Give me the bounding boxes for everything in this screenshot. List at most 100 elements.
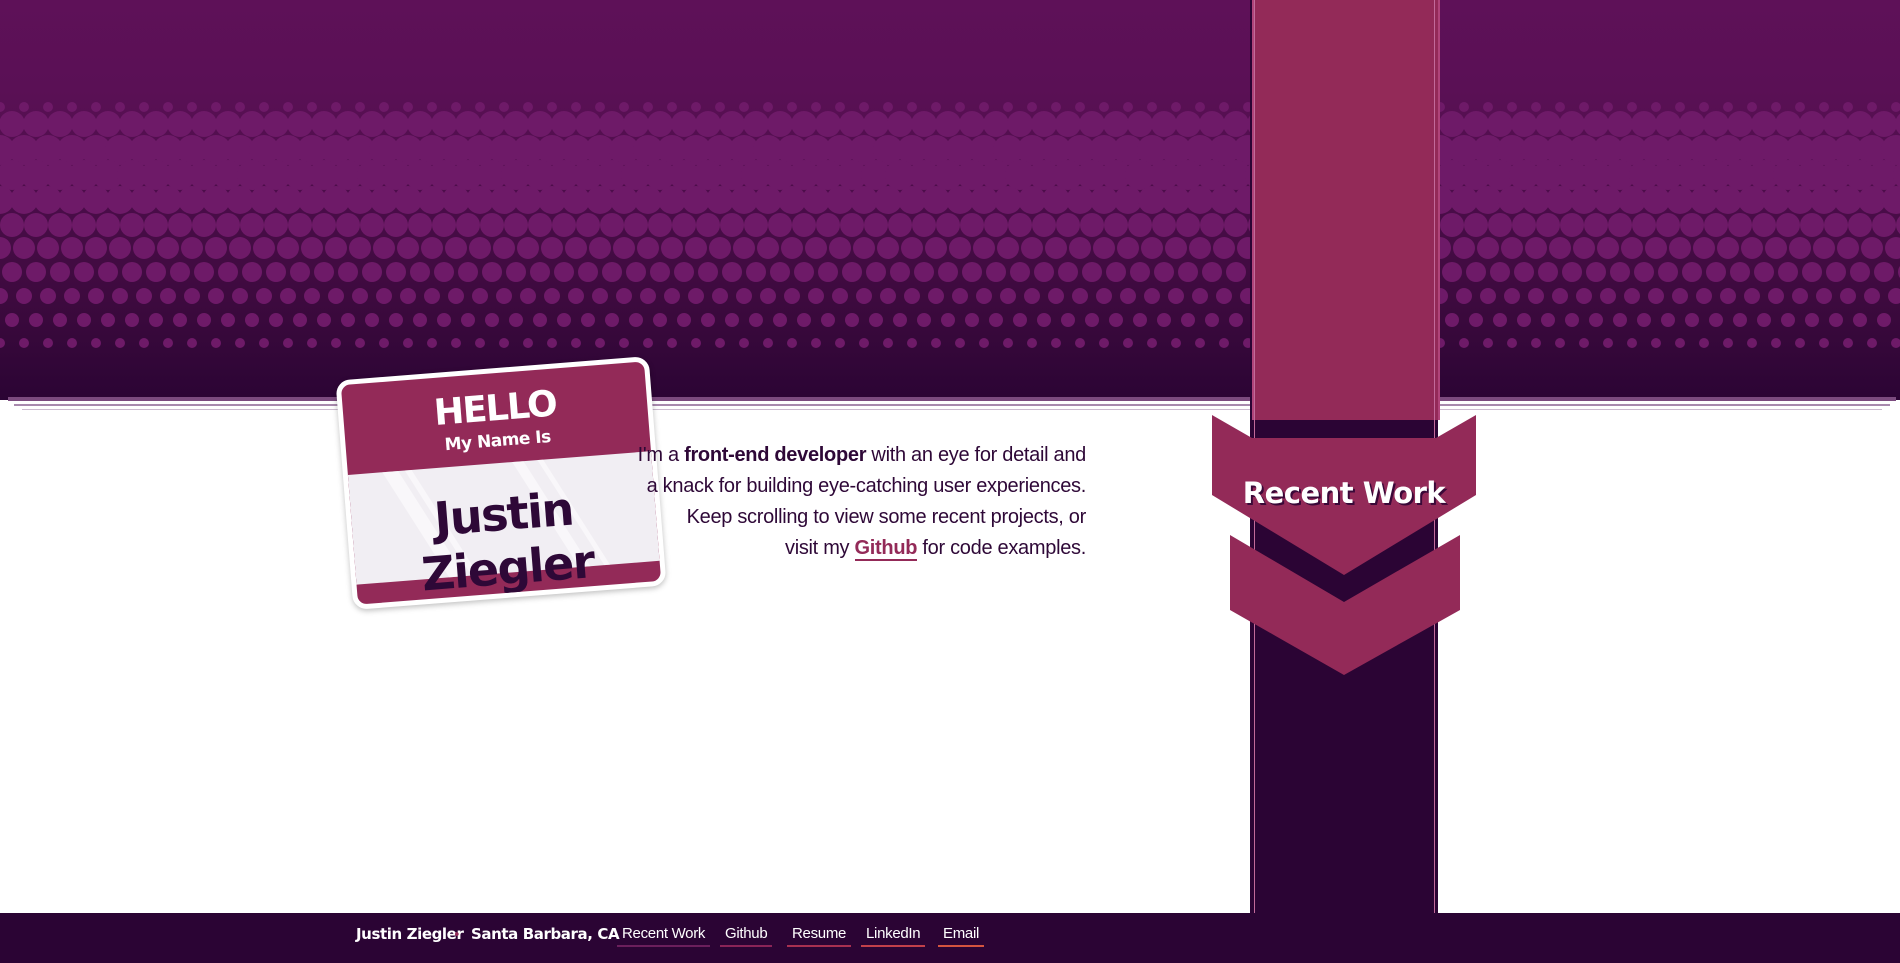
halftone-dot [355,338,365,348]
footer-link-recent-work[interactable]: Recent Work [617,925,711,947]
halftone-dot [787,102,797,112]
halftone-dot [1579,338,1589,348]
halftone-dot [1027,338,1037,348]
halftone-dot [120,213,144,237]
halftone-dot [1213,237,1235,259]
footer-link-email[interactable]: Email [938,925,985,947]
halftone-dot [456,213,480,237]
halftone-dot [5,313,19,327]
halftone-dot [317,313,331,327]
halftone-dot [1723,338,1733,348]
halftone-dot [1675,102,1685,112]
halftone-dot [778,186,806,214]
halftone-dot [733,237,755,259]
halftone-dot [1219,338,1229,348]
halftone-dot [442,186,470,214]
recent-work-link[interactable]: Recent Work [1212,476,1476,510]
footer-link-linkedin[interactable]: LinkedIn [861,925,926,947]
halftone-dot [880,288,896,304]
halftone-dot [1459,102,1469,112]
halftone-dot [1666,186,1694,214]
halftone-dot [571,102,581,112]
halftone-dot [499,102,509,112]
halftone-dot [1104,213,1128,237]
halftone-dot [91,338,101,348]
halftone-dot [547,102,557,112]
footer-link-resume[interactable]: Resume [787,925,852,947]
halftone-dot [389,313,403,327]
halftone-dot [245,313,259,327]
halftone-dot [1066,186,1094,214]
halftone-dot [1775,111,1801,137]
halftone-dot [767,111,793,137]
halftone-dot [269,313,283,327]
halftone-dot [688,288,704,304]
halftone-dot [427,102,437,112]
halftone-dot [1010,262,1030,282]
halftone-dot [701,313,715,327]
halftone-dot [336,213,360,237]
halftone-dot [170,262,190,282]
halftone-dot [331,338,341,348]
halftone-dot [283,338,293,348]
halftone-dot [1045,237,1067,259]
halftone-dot [794,262,814,282]
halftone-dot [984,213,1008,237]
halftone-dot [544,288,560,304]
halftone-dot [427,338,437,348]
halftone-dot [1178,262,1198,282]
halftone-dot [1597,237,1619,259]
halftone-dot [1848,213,1872,237]
halftone-dot [1656,213,1680,237]
halftone-dot [1128,213,1152,237]
halftone-dot [1189,237,1211,259]
halftone-dot [840,213,864,237]
halftone-dot [1631,111,1657,137]
halftone-dot [0,102,5,112]
halftone-dot [85,237,107,259]
halftone-dot [1018,186,1046,214]
halftone-dot [1477,237,1499,259]
halftone-dot [1123,338,1133,348]
halftone-dot [187,338,197,348]
halftone-dot [1186,186,1214,214]
github-link[interactable]: Github [854,537,917,561]
halftone-dot [1634,262,1654,282]
halftone-dot [1531,338,1541,348]
halftone-dot [1877,313,1891,327]
halftone-dot [1442,262,1462,282]
halftone-dot [77,313,91,327]
halftone-dot [1085,313,1099,327]
halftone-dot [1109,313,1123,327]
halftone-dot [835,102,845,112]
halftone-dot [1709,313,1723,327]
halftone-dot [1867,338,1877,348]
halftone-dot [1762,186,1790,214]
halftone-dot [674,262,694,282]
halftone-dot [1138,186,1166,214]
divider-line [22,409,1882,410]
halftone-dot [677,313,691,327]
halftone-dot [403,338,413,348]
halftone-dot [1675,338,1685,348]
halftone-dot [160,288,176,304]
halftone-dot [461,313,475,327]
halftone-dot [1450,186,1478,214]
footer-link-github[interactable]: Github [720,925,773,947]
halftone-dot [280,288,296,304]
halftone-dot [211,338,221,348]
halftone-dot [811,338,821,348]
halftone-dot [1699,338,1709,348]
halftone-dot [47,111,73,137]
halftone-dot [1042,186,1070,214]
halftone-dot [72,213,96,237]
halftone-dot [658,186,686,214]
halftone-dot [197,313,211,327]
halftone-dot [451,338,461,348]
halftone-dot [1813,237,1835,259]
halftone-dot [360,213,384,237]
halftone-dot [1837,237,1859,259]
halftone-dot [259,102,269,112]
halftone-dot [469,237,491,259]
halftone-dot [1771,338,1781,348]
